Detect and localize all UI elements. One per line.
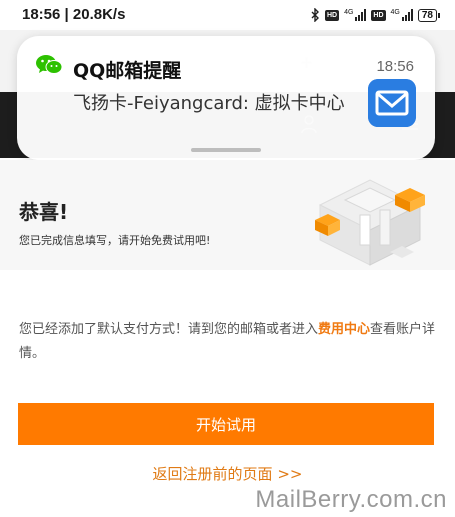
notification-body: 飞扬卡-Feiyangcard: 虚拟卡中心 [73, 93, 345, 114]
notification-handle[interactable] [191, 148, 261, 152]
notification-app-name: QQ邮箱提醒 [73, 60, 182, 82]
mail-icon [368, 79, 416, 127]
status-bar: 18:56 | 20.8K/s HD 4G HD 4G 78 [0, 0, 455, 30]
signal-icon-2: 4G [391, 9, 413, 21]
notification-card[interactable]: QQ邮箱提醒 18:56 飞扬卡-Feiyangcard: 虚拟卡中心 [17, 36, 435, 160]
watermark: MailBerry.com.cn [255, 486, 447, 513]
status-icons: HD 4G HD 4G 78 [311, 7, 441, 23]
maze-illustration-icon [315, 179, 425, 266]
back-to-previous-page-link[interactable]: 返回注册前的页面 >> [0, 463, 455, 484]
banner-subtitle: 您已完成信息填写，请开始免费试用吧! [19, 234, 211, 247]
battery-icon: 78 [417, 8, 441, 22]
hd-badge: HD [324, 9, 340, 21]
notification-time: 18:56 [376, 58, 414, 75]
hd-badge-2: HD [371, 9, 386, 21]
payment-info-text: 您已经添加了默认支付方式！请到您的邮箱或者进入费用中心查看账户详情。 [19, 322, 436, 361]
bluetooth-icon [311, 8, 319, 22]
status-time-speed: 18:56 | 20.8K/s [22, 6, 126, 23]
signal-icon: 4G [344, 9, 367, 21]
start-trial-button[interactable]: 开始试用 [18, 403, 434, 445]
wechat-icon [36, 55, 63, 74]
billing-center-link[interactable]: 费用中心 [318, 322, 370, 337]
congrats-banner: 恭喜! 您已完成信息填写，请开始免费试用吧! [0, 160, 455, 270]
banner-title: 恭喜! [19, 200, 69, 224]
